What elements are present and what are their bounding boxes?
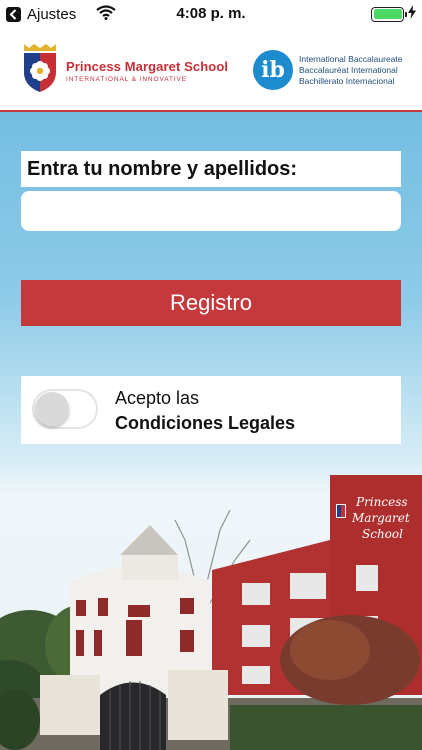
- sign-line-1: Princess: [355, 495, 408, 509]
- status-right: [371, 5, 416, 23]
- school-tagline: INTERNATIONAL & INNOVATIVE: [66, 75, 188, 83]
- school-name: Princess Margaret School: [66, 58, 229, 74]
- ib-line-fr: Baccalauréat International: [299, 64, 398, 75]
- terms-row: Acepto las Condiciones Legales: [21, 376, 401, 444]
- school-building-photo: Princess Margaret School: [0, 475, 422, 750]
- terms-label-line2[interactable]: Condiciones Legales: [115, 413, 295, 434]
- battery-icon: [371, 6, 407, 22]
- toggle-knob: [35, 392, 69, 426]
- terms-toggle[interactable]: [32, 389, 98, 429]
- ib-line-en: International Baccalaureate: [299, 53, 403, 64]
- school-logo: Princess Margaret School INTERNATIONAL &…: [22, 42, 228, 99]
- ib-logo: ib International Baccalaureate Baccalaur…: [253, 50, 403, 90]
- status-bar: Ajustes 4:08 p. m.: [0, 0, 422, 28]
- school-crest-icon: [22, 42, 58, 99]
- ib-circle-icon: ib: [253, 50, 293, 90]
- name-input[interactable]: [21, 191, 401, 231]
- header: Princess Margaret School INTERNATIONAL &…: [0, 28, 422, 112]
- sign-line-2: Margaret: [351, 511, 410, 525]
- status-time: 4:08 p. m.: [176, 5, 246, 22]
- name-label: Entra tu nombre y apellidos:: [21, 151, 401, 187]
- ib-line-es: Bachillerato Internacional: [299, 75, 395, 86]
- sign-line-3: School: [362, 527, 403, 541]
- terms-label-line1: Acepto las: [115, 388, 200, 408]
- charging-bolt-icon: [408, 5, 416, 23]
- register-button[interactable]: Registro: [21, 280, 401, 326]
